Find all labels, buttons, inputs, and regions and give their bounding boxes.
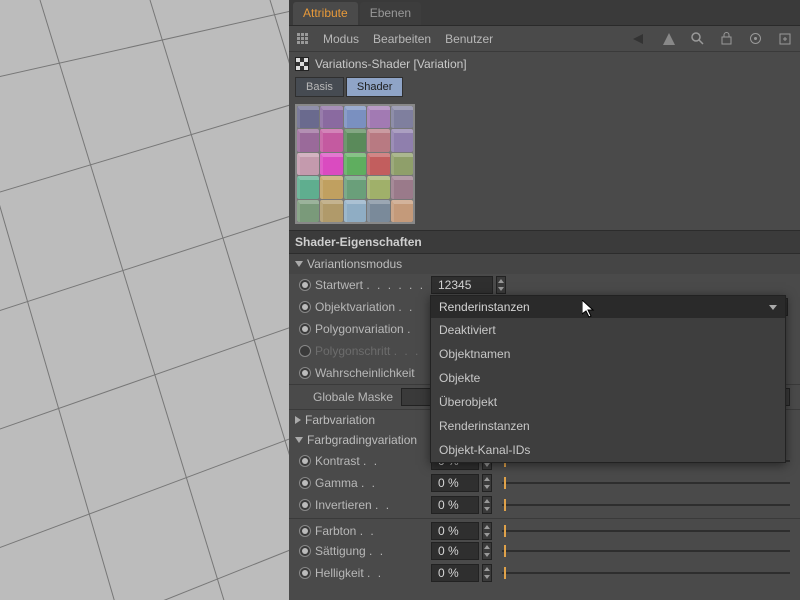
group-farbvariation-label: Farbvariation bbox=[305, 413, 375, 427]
row-startwert: Startwert . . . . . . . 12345 bbox=[289, 274, 800, 296]
anim-toggle[interactable] bbox=[299, 499, 311, 511]
slider-hell[interactable] bbox=[502, 564, 790, 582]
anim-toggle[interactable] bbox=[299, 301, 311, 313]
menu-modus[interactable]: Modus bbox=[323, 32, 359, 46]
menu-benutzer[interactable]: Benutzer bbox=[445, 32, 493, 46]
anim-toggle[interactable] bbox=[299, 367, 311, 379]
viewport-3d[interactable] bbox=[0, 0, 289, 600]
row-gamma: Gamma . . 0 % bbox=[289, 472, 800, 494]
section-shader-properties: Shader-Eigenschaften bbox=[289, 230, 800, 254]
search-icon[interactable] bbox=[690, 31, 705, 46]
disclosure-right-icon bbox=[295, 416, 301, 424]
input-gamma[interactable]: 0 % bbox=[431, 474, 479, 492]
spinner-startwert[interactable] bbox=[496, 276, 506, 294]
group-farbgrading-label: Farbgradingvariation bbox=[307, 433, 417, 447]
spinner-farbton[interactable] bbox=[482, 522, 492, 540]
row-hell: Helligkeit . . 0 % bbox=[289, 562, 800, 584]
tab-attribute[interactable]: Attribute bbox=[293, 2, 358, 25]
subtab-basis[interactable]: Basis bbox=[295, 77, 344, 97]
grid-wireframe bbox=[0, 0, 289, 600]
label-invert: Invertieren . . bbox=[315, 498, 427, 512]
panel-tabs: Attribute Ebenen bbox=[289, 0, 800, 26]
object-title-row: Variations-Shader [Variation] bbox=[289, 52, 800, 76]
tab-ebenen[interactable]: Ebenen bbox=[360, 2, 421, 25]
label-globalmaske: Globale Maske bbox=[313, 390, 393, 404]
shader-preview[interactable] bbox=[295, 104, 415, 224]
nav-up-icon[interactable] bbox=[661, 31, 676, 46]
input-invert[interactable]: 0 % bbox=[431, 496, 479, 514]
label-kontrast: Kontrast . . bbox=[315, 454, 427, 468]
spinner-gamma[interactable] bbox=[482, 474, 492, 492]
menu-bearbeiten[interactable]: Bearbeiten bbox=[373, 32, 431, 46]
input-farbton[interactable]: 0 % bbox=[431, 522, 479, 540]
spinner-invert[interactable] bbox=[482, 496, 492, 514]
label-hell: Helligkeit . . bbox=[315, 566, 427, 580]
spinner-hell[interactable] bbox=[482, 564, 492, 582]
disclosure-down-icon bbox=[295, 261, 303, 267]
anim-toggle[interactable] bbox=[299, 567, 311, 579]
object-title: Variations-Shader [Variation] bbox=[315, 57, 467, 71]
dropdown-popup-objektvariation: Renderinstanzen DeaktiviertObjektnamenOb… bbox=[430, 295, 786, 463]
dropdown-option[interactable]: Objektnamen bbox=[431, 342, 785, 366]
row-saett: Sättigung . . 0 % bbox=[289, 540, 800, 562]
label-objektvariation: Objektvariation . . bbox=[315, 300, 427, 314]
slider-gamma[interactable] bbox=[502, 474, 790, 492]
new-window-icon[interactable] bbox=[777, 31, 792, 46]
shader-subtabs: Basis Shader bbox=[289, 76, 800, 98]
slider-farbton[interactable] bbox=[502, 522, 790, 540]
mode-grid-icon[interactable] bbox=[297, 33, 309, 45]
dropdown-option[interactable]: Objekt-Kanal-IDs bbox=[431, 438, 785, 462]
subtab-shader[interactable]: Shader bbox=[346, 77, 403, 97]
shader-type-icon bbox=[295, 57, 309, 71]
slider-saett[interactable] bbox=[502, 542, 790, 560]
row-farbton: Farbton . . 0 % bbox=[289, 518, 800, 540]
anim-toggle[interactable] bbox=[299, 455, 311, 467]
input-hell[interactable]: 0 % bbox=[431, 564, 479, 582]
dropdown-option[interactable]: Überobjekt bbox=[431, 390, 785, 414]
input-saett[interactable]: 0 % bbox=[431, 542, 479, 560]
label-farbton: Farbton . . bbox=[315, 524, 427, 538]
group-variationsmodus[interactable]: Variantionsmodus bbox=[289, 254, 800, 274]
label-startwert: Startwert . . . . . . . bbox=[315, 278, 427, 292]
label-polygonvariation: Polygonvariation . bbox=[315, 322, 427, 336]
target-icon[interactable] bbox=[748, 31, 763, 46]
dropdown-option[interactable]: Objekte bbox=[431, 366, 785, 390]
lock-icon[interactable] bbox=[719, 31, 734, 46]
anim-toggle[interactable] bbox=[299, 545, 311, 557]
group-variationsmodus-label: Variantionsmodus bbox=[307, 257, 402, 271]
dropdown-option[interactable]: Renderinstanzen bbox=[431, 414, 785, 438]
dropdown-popup-header[interactable]: Renderinstanzen bbox=[431, 296, 785, 318]
disclosure-down-icon bbox=[295, 437, 303, 443]
anim-toggle[interactable] bbox=[299, 345, 311, 357]
row-invert: Invertieren . . 0 % bbox=[289, 494, 800, 516]
anim-toggle[interactable] bbox=[299, 525, 311, 537]
spinner-saett[interactable] bbox=[482, 542, 492, 560]
label-saett: Sättigung . . bbox=[315, 544, 427, 558]
dropdown-option[interactable]: Deaktiviert bbox=[431, 318, 785, 342]
anim-toggle[interactable] bbox=[299, 323, 311, 335]
label-gamma: Gamma . . bbox=[315, 476, 427, 490]
anim-toggle[interactable] bbox=[299, 279, 311, 291]
input-startwert[interactable]: 12345 bbox=[431, 276, 493, 294]
nav-back-icon[interactable] bbox=[632, 31, 647, 46]
panel-menubar: Modus Bearbeiten Benutzer bbox=[289, 26, 800, 52]
slider-invert[interactable] bbox=[502, 496, 790, 514]
anim-toggle[interactable] bbox=[299, 477, 311, 489]
label-polygonschritt: Polygonschritt . . . bbox=[315, 344, 427, 358]
label-wahrscheinlichkeit: Wahrscheinlichkeit bbox=[315, 366, 427, 380]
